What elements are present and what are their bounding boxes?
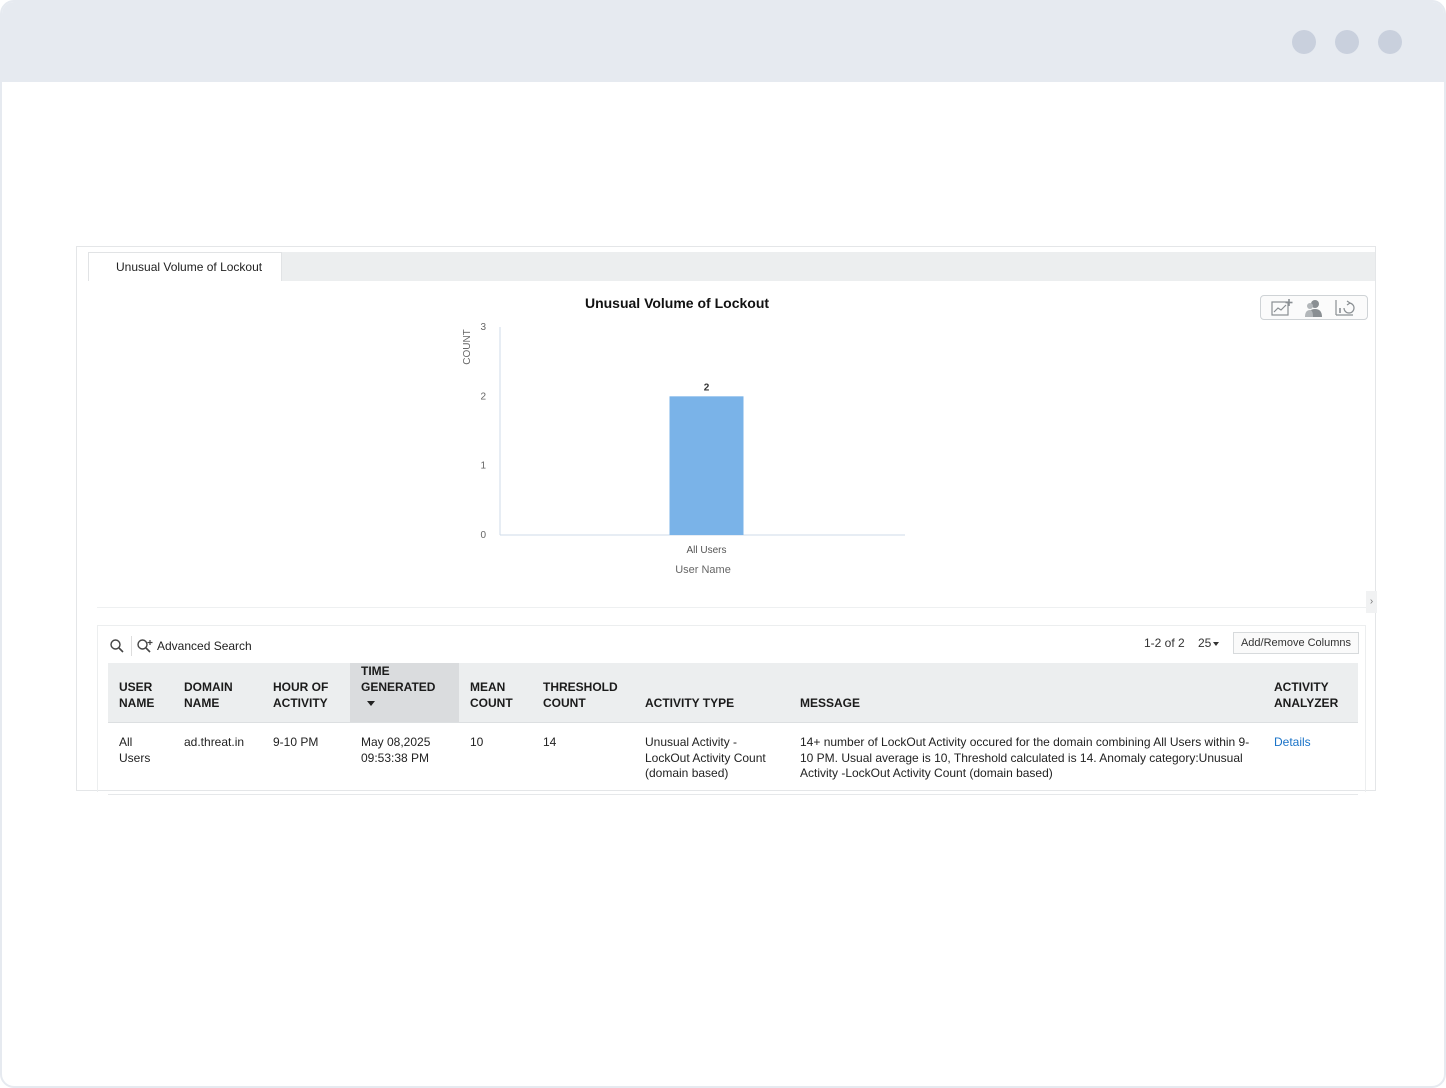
report-table: USER NAME DOMAIN NAME HOUR OF ACTIVITY TIME… <box>108 663 1358 795</box>
x-axis-label: User Name <box>675 564 731 576</box>
bar[interactable] <box>669 396 744 535</box>
page-size-value: 25 <box>1198 636 1212 650</box>
cell-activity-analyzer: Details <box>1263 722 1358 795</box>
search-icon[interactable] <box>109 638 125 654</box>
cell-user-name: All Users <box>108 722 173 795</box>
header-line: USER <box>119 680 153 694</box>
users-icon[interactable] <box>1302 298 1326 318</box>
header-line: HOUR OF <box>273 680 329 694</box>
header-line: TIME <box>361 664 390 678</box>
cell-hour-of-activity: 9-10 PM <box>262 722 350 795</box>
header-line: MESSAGE <box>800 696 861 710</box>
header-line: COUNT <box>470 696 513 710</box>
cell-domain-name: ad.threat.in <box>173 722 262 795</box>
collapse-toggle[interactable]: › <box>1366 591 1377 613</box>
bar-chart: COUNT 0 1 2 3 2 All Users User Name <box>462 322 905 576</box>
header-line: NAME <box>119 696 155 710</box>
cell-mean-count: 10 <box>459 722 532 795</box>
header-line: COUNT <box>543 696 586 710</box>
column-header-threshold-count[interactable]: THRESHOLD COUNT <box>532 663 634 723</box>
header-line: DOMAIN <box>184 680 233 694</box>
y-tick-label: 3 <box>480 322 486 333</box>
report-panel: Unusual Volume of Lockout Unusual Volume… <box>76 246 1377 795</box>
y-tick-label: 2 <box>480 391 486 402</box>
toolbar-separator <box>131 636 132 656</box>
details-link[interactable]: Details <box>1274 735 1311 749</box>
column-header-hour-of-activity[interactable]: HOUR OF ACTIVITY <box>262 663 350 723</box>
y-axis-label: COUNT <box>462 329 473 365</box>
chart-title: Unusual Volume of Lockout <box>584 295 770 311</box>
column-header-mean-count[interactable]: MEAN COUNT <box>459 663 532 723</box>
browser-window: Unusual Volume of Lockout Unusual Volume… <box>0 0 1446 1088</box>
chevron-down-icon <box>1213 641 1220 646</box>
table-header-row: USER NAME DOMAIN NAME HOUR OF ACTIVITY TIME… <box>108 663 1358 723</box>
header-line: ACTIVITY <box>1274 680 1329 694</box>
window-control-dot[interactable] <box>1292 30 1316 54</box>
header-line: GENERATED <box>361 680 436 694</box>
chart-tools <box>1260 295 1368 320</box>
report-grid: Advanced Search 1-2 of 2 25 Add/Remove C… <box>97 625 1366 795</box>
add-chart-icon[interactable] <box>1270 298 1294 318</box>
cell-message: 14+ number of LockOut Activity occured f… <box>789 722 1263 795</box>
column-header-domain-name[interactable]: DOMAIN NAME <box>173 663 262 723</box>
cell-threshold-count: 14 <box>532 722 634 795</box>
window-control-dot[interactable] <box>1335 30 1359 54</box>
header-line: MEAN <box>470 680 506 694</box>
column-header-user-name[interactable]: USER NAME <box>108 663 173 723</box>
x-tick-label: All Users <box>686 545 726 556</box>
page-size-select[interactable]: 25 <box>1198 636 1220 650</box>
refresh-chart-icon[interactable] <box>1333 298 1357 318</box>
add-remove-columns-button[interactable]: Add/Remove Columns <box>1233 632 1359 654</box>
window-titlebar <box>2 2 1444 82</box>
cell-activity-type: Unusual Activity -LockOut Activity Count… <box>634 722 789 795</box>
column-header-activity-analyzer[interactable]: ACTIVITY ANALYZER <box>1263 663 1358 723</box>
column-header-message[interactable]: MESSAGE <box>789 663 1263 723</box>
cell-time-generated: May 08,2025 09:53:38 PM <box>350 722 459 795</box>
column-header-activity-type[interactable]: ACTIVITY TYPE <box>634 663 789 723</box>
sort-descending-icon <box>367 701 375 707</box>
section-divider <box>97 607 1367 608</box>
pagination-info: 1-2 of 2 <box>1144 636 1185 650</box>
tab-unusual-volume-of-lockout[interactable]: Unusual Volume of Lockout <box>88 252 282 281</box>
y-tick-label: 1 <box>480 461 486 472</box>
advanced-search-link[interactable]: Advanced Search <box>157 639 252 653</box>
table-row: All Users ad.threat.in 9-10 PM May 08,20… <box>108 722 1358 795</box>
header-line: NAME <box>184 696 220 710</box>
header-line: ACTIVITY TYPE <box>645 696 735 710</box>
header-line: ANALYZER <box>1274 696 1339 710</box>
header-line: ACTIVITY <box>273 696 328 710</box>
advanced-search-icon[interactable] <box>136 638 154 654</box>
tab-bar: Unusual Volume of Lockout <box>88 252 1375 281</box>
column-header-time-generated[interactable]: TIME GENERATED <box>350 663 459 723</box>
y-tick-label: 0 <box>480 530 486 541</box>
window-control-dot[interactable] <box>1378 30 1402 54</box>
header-line: THRESHOLD <box>543 680 618 694</box>
bar-data-label: 2 <box>704 382 710 393</box>
